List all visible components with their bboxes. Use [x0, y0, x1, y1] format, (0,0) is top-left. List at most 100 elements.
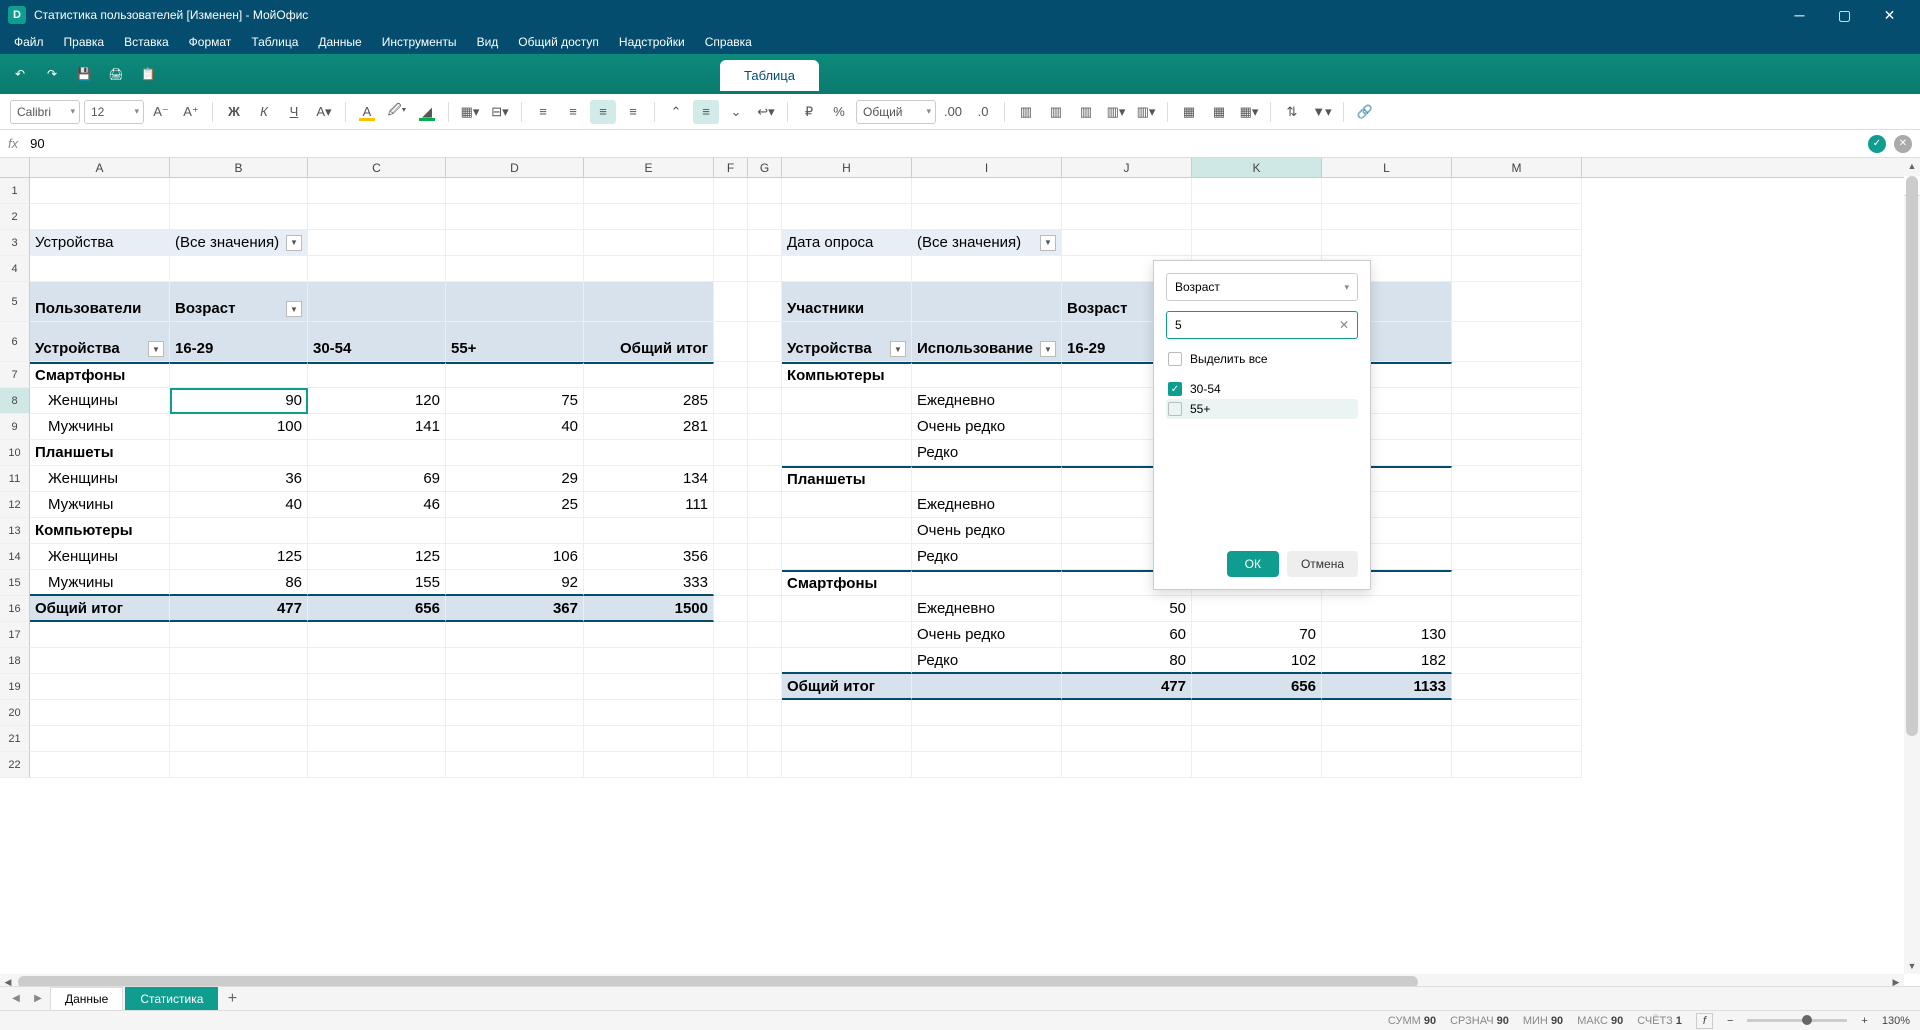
menu-help[interactable]: Справка — [695, 31, 762, 53]
col-header-C[interactable]: C — [308, 158, 446, 177]
delete-cells-button[interactable]: ▥ — [1043, 100, 1069, 124]
row-header[interactable]: 12 — [0, 492, 30, 518]
valign-middle-button[interactable]: ≡ — [693, 100, 719, 124]
checkbox-icon[interactable] — [1168, 352, 1182, 366]
col-header-H[interactable]: H — [782, 158, 912, 177]
dec-decimal-button[interactable]: .00 — [940, 100, 966, 124]
row-header[interactable]: 3 — [0, 230, 30, 256]
zoom-slider[interactable] — [1747, 1019, 1847, 1022]
row-header[interactable]: 9 — [0, 414, 30, 440]
font-family-combo[interactable]: Calibri — [10, 100, 80, 124]
row-header[interactable]: 19 — [0, 674, 30, 700]
paste-button[interactable]: 📋 — [136, 62, 160, 86]
prev-sheet-button[interactable]: ◀ — [6, 989, 26, 1009]
sheet-tab-stats[interactable]: Статистика — [125, 987, 218, 1010]
maximize-button[interactable]: ▢ — [1822, 0, 1867, 30]
row-header[interactable]: 2 — [0, 204, 30, 230]
formula-accept-button[interactable]: ✓ — [1868, 135, 1886, 153]
row-header[interactable]: 5 — [0, 282, 30, 322]
percent-button[interactable]: % — [826, 100, 852, 124]
pivot2-sub2[interactable]: Использование▼ — [912, 322, 1062, 362]
highlight-color-button[interactable]: 🖉▾ — [384, 100, 410, 124]
filter-item[interactable]: ✓ 30-54 — [1166, 379, 1358, 399]
borders-button[interactable]: ▦▾ — [457, 100, 483, 124]
sheet-tab-data[interactable]: Данные — [50, 987, 123, 1010]
dropdown-icon[interactable]: ▼ — [1040, 341, 1056, 357]
pivot2-filter-value[interactable]: (Все значения)▼ — [912, 230, 1062, 256]
menu-data[interactable]: Данные — [308, 31, 371, 53]
print-button[interactable]: 🖨 — [104, 62, 128, 86]
row-header[interactable]: 21 — [0, 726, 30, 752]
row-header[interactable]: 22 — [0, 752, 30, 778]
row-header[interactable]: 14 — [0, 544, 30, 570]
italic-button[interactable]: К — [251, 100, 277, 124]
menu-file[interactable]: Файл — [4, 31, 54, 53]
menu-addons[interactable]: Надстройки — [609, 31, 695, 53]
pivot1-colhdr[interactable]: Возраст▼ — [170, 282, 308, 322]
minimize-button[interactable]: ─ — [1777, 0, 1822, 30]
col-header-J[interactable]: J — [1062, 158, 1192, 177]
filter-field-combo[interactable]: Возраст — [1166, 273, 1358, 301]
context-tab-table[interactable]: Таблица — [720, 60, 819, 91]
col-header-F[interactable]: F — [714, 158, 748, 177]
menu-view[interactable]: Вид — [467, 31, 509, 53]
ok-button[interactable]: ОК — [1227, 551, 1279, 577]
dropdown-icon[interactable]: ▼ — [1040, 235, 1056, 251]
pivot1-sub[interactable]: Устройства▼ — [30, 322, 170, 362]
row-header[interactable]: 16 — [0, 596, 30, 622]
zoom-value[interactable]: 130% — [1882, 1015, 1910, 1027]
function-mode-button[interactable]: f — [1696, 1013, 1713, 1029]
menu-share[interactable]: Общий доступ — [508, 31, 609, 53]
checkbox-icon[interactable]: ✓ — [1168, 382, 1182, 396]
col-header-L[interactable]: L — [1322, 158, 1452, 177]
next-sheet-button[interactable]: ▶ — [28, 989, 48, 1009]
row-header[interactable]: 20 — [0, 700, 30, 726]
group-button[interactable]: ▥▾ — [1133, 100, 1159, 124]
dropdown-icon[interactable]: ▼ — [148, 341, 164, 357]
close-button[interactable]: ✕ — [1867, 0, 1912, 30]
more-font-button[interactable]: A▾ — [311, 100, 337, 124]
underline-button[interactable]: Ч — [281, 100, 307, 124]
align-right-button[interactable]: ≡ — [590, 100, 616, 124]
font-color-button[interactable]: A — [354, 100, 380, 124]
freeze-button[interactable]: ▥▾ — [1103, 100, 1129, 124]
select-all-corner[interactable] — [0, 158, 30, 177]
pivot1-filter-value[interactable]: (Все значения)▼ — [170, 230, 308, 256]
align-justify-button[interactable]: ≡ — [620, 100, 646, 124]
decrease-font-button[interactable]: A⁻ — [148, 100, 174, 124]
redo-button[interactable]: ↷ — [40, 62, 64, 86]
font-size-combo[interactable]: 12 — [84, 100, 144, 124]
row-header[interactable]: 10 — [0, 440, 30, 466]
row-header[interactable]: 17 — [0, 622, 30, 648]
row-header[interactable]: 6 — [0, 322, 30, 362]
row-header[interactable]: 13 — [0, 518, 30, 544]
row-header[interactable]: 1 — [0, 178, 30, 204]
menu-table[interactable]: Таблица — [241, 31, 308, 53]
pivot-button[interactable]: ▦ — [1206, 100, 1232, 124]
row-header[interactable]: 11 — [0, 466, 30, 492]
dropdown-icon[interactable]: ▼ — [890, 341, 906, 357]
merge-button[interactable]: ⊟▾ — [487, 100, 513, 124]
increase-font-button[interactable]: A⁺ — [178, 100, 204, 124]
sort-button[interactable]: ⇅ — [1279, 100, 1305, 124]
clear-icon[interactable]: ✕ — [1339, 318, 1349, 332]
cancel-button[interactable]: Отмена — [1287, 551, 1358, 577]
row-header[interactable]: 18 — [0, 648, 30, 674]
pivot2-sub1[interactable]: Устройства▼ — [782, 322, 912, 362]
valign-top-button[interactable]: ⌃ — [663, 100, 689, 124]
select-all-row[interactable]: Выделить все — [1166, 349, 1358, 369]
fill-color-button[interactable]: ◢ — [414, 100, 440, 124]
inc-decimal-button[interactable]: .0 — [970, 100, 996, 124]
dropdown-icon[interactable]: ▼ — [286, 235, 302, 251]
row-header[interactable]: 8 — [0, 388, 30, 414]
menu-tools[interactable]: Инструменты — [372, 31, 467, 53]
save-button[interactable]: 💾 — [72, 62, 96, 86]
col-header-I[interactable]: I — [912, 158, 1062, 177]
number-format-combo[interactable]: Общий — [856, 100, 936, 124]
col-header-G[interactable]: G — [748, 158, 782, 177]
col-header-A[interactable]: A — [30, 158, 170, 177]
formula-input[interactable]: 90 — [26, 136, 1860, 151]
zoom-out-button[interactable]: − — [1727, 1015, 1733, 1027]
col-header-K[interactable]: K — [1192, 158, 1322, 177]
cell-size-button[interactable]: ▥ — [1073, 100, 1099, 124]
